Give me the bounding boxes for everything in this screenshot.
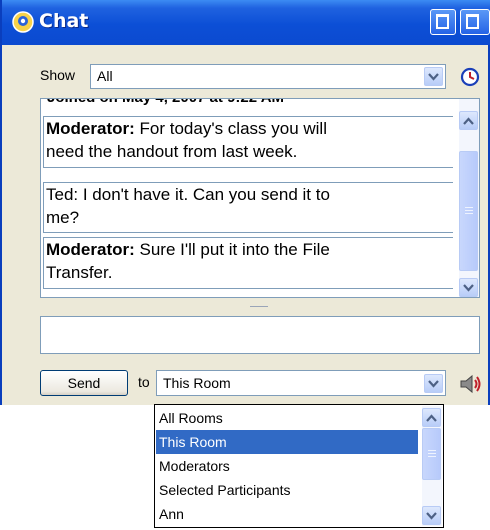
chat-scrollbar[interactable] [459,99,479,297]
message-text: Ted: I don't have it. Can you send it to [46,185,330,204]
title-bar[interactable]: Chat [2,0,490,45]
maximize-button[interactable] [460,9,490,35]
chat-message: Ted: I don't have it. Can you send it to… [43,182,453,233]
scroll-thumb[interactable] [459,151,478,271]
restore-icon [436,14,449,29]
message-text: Sure I'll put it into the File [139,240,330,259]
chat-message: Moderator: Sure I'll put it into the Fil… [43,237,453,289]
chevron-up-icon [426,414,437,422]
dropdown-scroll-thumb[interactable] [422,428,441,480]
recipient-value: This Room [163,375,231,391]
recipient-option-this-room[interactable]: This Room [156,430,418,454]
message-text: me? [46,208,80,227]
scroll-down-button[interactable] [459,278,478,297]
dropdown-scroll-up-button[interactable] [422,408,441,427]
pane-splitter[interactable] [40,300,480,314]
chat-message: Moderator: For today's class you will ne… [43,116,453,168]
dropdown-scrollbar[interactable] [422,406,442,526]
dropdown-scroll-down-button[interactable] [422,506,441,525]
recipient-option-all-rooms[interactable]: All Rooms [156,406,418,430]
chevron-down-icon [426,512,437,520]
window-title: Chat [39,10,89,32]
message-text: need the handout from last week. [46,142,298,161]
show-label: Show [40,67,76,83]
message-sender: Moderator: [46,240,135,259]
restore-button[interactable] [430,9,456,35]
chevron-up-icon [463,117,474,125]
message-text: Transfer. [46,263,113,282]
show-filter-select[interactable]: All [90,64,446,89]
splitter-grip [250,306,268,307]
joined-notice: Joined on May 4, 2007 at 9:22 AM [47,99,284,106]
send-button[interactable]: Send [40,370,128,396]
recipient-option-moderators[interactable]: Moderators [156,454,418,478]
speaker-icon[interactable] [458,374,482,394]
history-clock-icon[interactable] [460,67,480,87]
chat-icon [12,11,34,33]
show-filter-dropdown-button[interactable] [424,67,443,86]
recipient-dropdown-button[interactable] [424,374,443,393]
chevron-down-icon [428,380,439,388]
recipient-dropdown-list[interactable]: All Rooms This Room Moderators Selected … [154,404,444,528]
chevron-down-icon [428,73,439,81]
show-filter-value: All [97,68,113,84]
message-input[interactable] [40,316,480,354]
message-text: For today's class you will [139,119,327,138]
chat-window: Chat Show All Joined on May 4, 2007 at 9… [0,0,490,405]
chevron-down-icon [463,284,474,292]
recipient-select[interactable]: This Room [156,370,446,396]
message-sender: Moderator: [46,119,135,138]
recipient-option-selected-participants[interactable]: Selected Participants [156,478,418,502]
scroll-up-button[interactable] [459,111,478,130]
to-label: to [138,374,150,390]
window-icon [466,14,479,29]
recipient-option-ann[interactable]: Ann [156,502,418,526]
chat-transcript[interactable]: Joined on May 4, 2007 at 9:22 AM Moderat… [40,98,480,298]
